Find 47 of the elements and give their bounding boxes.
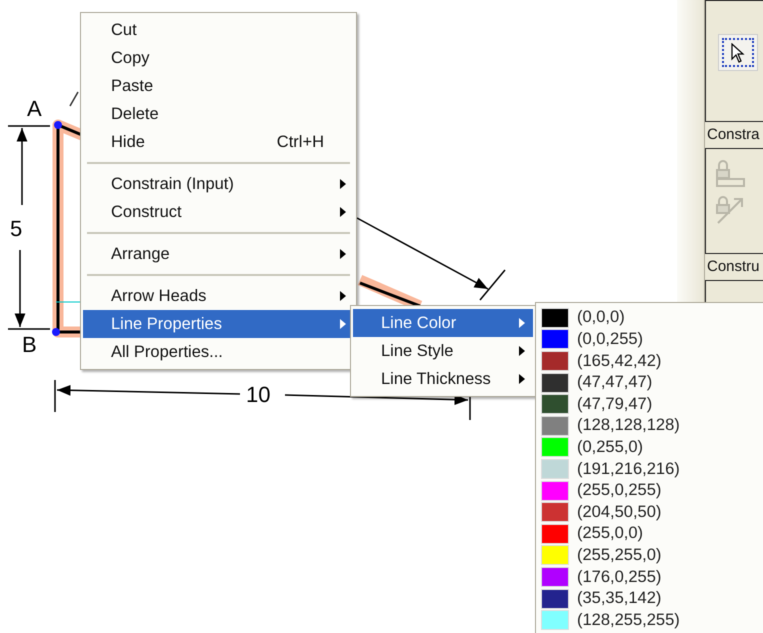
menu-item[interactable]: (0,255,0) — [538, 436, 763, 458]
menu-item[interactable]: Arrange — [83, 240, 354, 268]
submenu-arrow-icon — [340, 249, 346, 259]
menu-item[interactable]: Cut — [83, 16, 354, 44]
menu-item[interactable]: (176,0,255) — [538, 566, 763, 588]
menu-item[interactable]: (128,128,128) — [538, 414, 763, 437]
menu-item[interactable]: (191,216,216) — [538, 458, 763, 480]
section-heading: Constra — [706, 125, 761, 145]
point-marker[interactable] — [54, 121, 62, 129]
guide-line — [69, 92, 79, 106]
menu-item[interactable]: (255,255,0) — [538, 544, 763, 566]
menu-item[interactable]: Delete — [83, 100, 354, 128]
submenu-arrow-icon — [519, 346, 525, 356]
pointer-tool-button[interactable] — [718, 34, 758, 71]
menu-item[interactable]: (255,0,255) — [538, 480, 763, 502]
menu-item[interactable]: Hide Ctrl+H — [83, 128, 354, 156]
point-marker[interactable] — [52, 328, 60, 336]
menu-item[interactable]: (255,0,0) — [538, 522, 763, 545]
point-label: A — [27, 96, 42, 121]
menu-item[interactable]: (47,79,47) — [538, 393, 763, 415]
menu-item[interactable]: Line Thickness — [353, 365, 533, 393]
submenu-arrow-icon — [340, 179, 346, 189]
menu-item[interactable]: (0,0,255) — [538, 328, 763, 350]
dimension-value: 5 — [10, 216, 22, 241]
submenu-arrow-icon — [519, 374, 525, 384]
section-heading: Constru — [706, 257, 761, 277]
menu-item[interactable]: (35,35,142) — [538, 588, 763, 610]
point-label: B — [22, 332, 37, 357]
menu-item[interactable]: (165,42,42) — [538, 350, 763, 372]
menu-item[interactable]: Paste — [83, 72, 354, 100]
menu-item[interactable]: Line Color — [353, 309, 533, 337]
submenu-arrow-icon — [340, 319, 346, 329]
menu-item[interactable]: (204,50,50) — [538, 501, 763, 523]
dimension-value: 10 — [246, 382, 270, 407]
submenu-arrow-icon — [340, 291, 346, 301]
menu-item[interactable]: (0,0,0) — [538, 307, 763, 329]
menu-item[interactable]: All Properties... — [83, 338, 354, 366]
menu-item[interactable]: Construct — [83, 198, 354, 226]
menu-item[interactable]: Arrow Heads — [83, 282, 354, 310]
menu-item[interactable]: Copy — [83, 44, 354, 72]
submenu-arrow-icon — [340, 207, 346, 217]
pointer-icon — [731, 42, 745, 62]
menu-item[interactable]: Line Style — [353, 337, 533, 365]
menu-item[interactable]: (128,255,255) — [538, 609, 763, 631]
submenu-arrow-icon — [519, 318, 525, 328]
menu-item[interactable]: Constrain (Input) — [83, 170, 354, 198]
menu-item[interactable]: (47,47,47) — [538, 372, 763, 394]
